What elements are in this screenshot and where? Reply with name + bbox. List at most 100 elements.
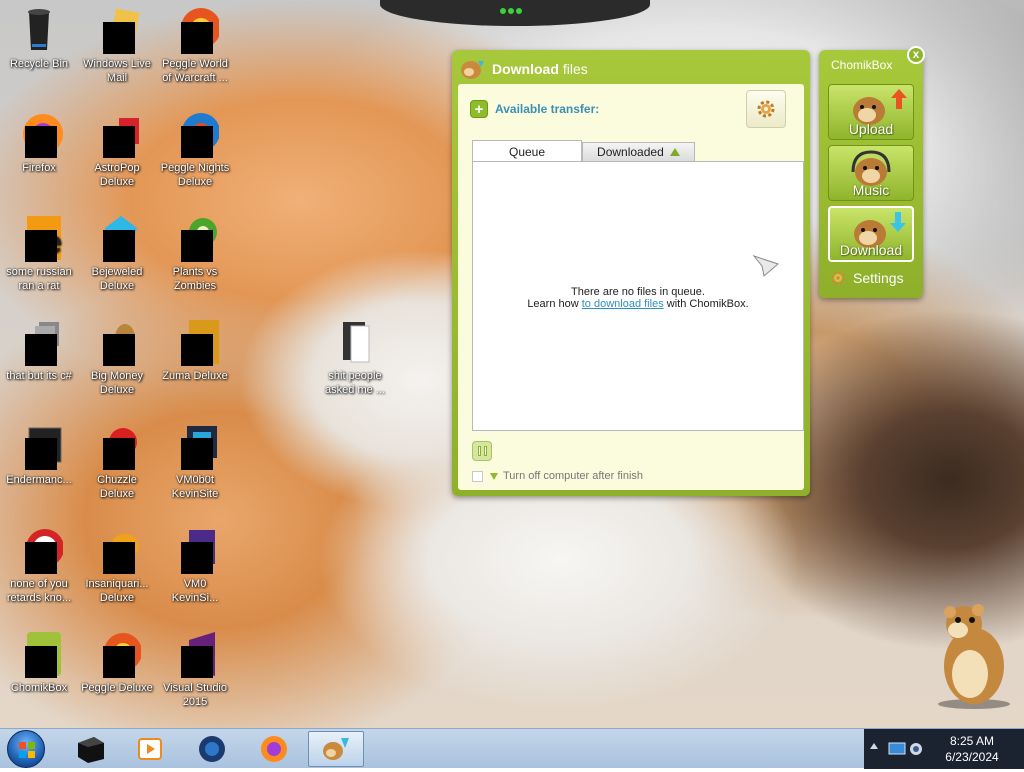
close-button[interactable]: x xyxy=(907,46,925,64)
hamster-download-icon xyxy=(323,738,349,760)
download-button[interactable]: Download xyxy=(828,206,914,262)
hamster-logo-icon xyxy=(460,57,486,81)
desktop-icon-recycle-bin[interactable]: Recycle Bin xyxy=(0,6,78,71)
download-files-link[interactable]: to download files xyxy=(582,298,664,310)
vm-icon xyxy=(171,526,219,574)
clock-date: 6/23/2024 xyxy=(945,750,999,764)
circle-app-icon xyxy=(15,526,64,574)
hamster-mascot-icon[interactable] xyxy=(916,600,1016,713)
desktop-icon-none-of-you[interactable]: none of you retards kno... xyxy=(0,526,78,605)
gadget-led-icon xyxy=(516,8,522,14)
desktop-icon-russian-rat[interactable]: e some russian ran a rat xyxy=(0,214,78,293)
peggle-icon xyxy=(171,6,221,54)
network-icon[interactable] xyxy=(888,741,906,757)
vm-icon xyxy=(171,422,219,470)
start-button[interactable] xyxy=(4,729,48,769)
arrow-down-icon xyxy=(890,212,906,232)
desktop-icon-chuzzle[interactable]: Chuzzle Deluxe xyxy=(78,422,156,501)
clock[interactable]: 8:25 AM 6/23/2024 xyxy=(924,733,1020,765)
volume-icon[interactable] xyxy=(908,740,924,758)
desktop-icon-firefox[interactable]: Firefox xyxy=(0,110,78,175)
money-bag-icon xyxy=(93,318,141,366)
firefox-icon xyxy=(15,110,63,158)
window-title-rest: files xyxy=(562,61,588,77)
arrow-up-icon xyxy=(891,89,907,109)
desktop-icon-chomikbox[interactable]: ChomikBox xyxy=(0,630,78,695)
astropop-icon xyxy=(93,110,141,158)
mail-icon xyxy=(93,6,141,54)
desktop-icon-big-money[interactable]: Big Money Deluxe xyxy=(78,318,156,397)
peggle-nights-icon xyxy=(171,110,220,158)
chuzzle-icon xyxy=(93,422,141,470)
taskbar-item-media-player[interactable] xyxy=(122,731,178,767)
download-body: + Available transfer: Queue Downloaded T… xyxy=(458,84,804,490)
chomikbox-icon xyxy=(15,630,63,678)
desktop-icon-astropop[interactable]: AstroPop Deluxe xyxy=(78,110,156,189)
recycle-bin-icon xyxy=(15,6,63,54)
taskbar-item-browser[interactable] xyxy=(184,731,240,767)
desktop-icon-bejeweled[interactable]: Bejeweled Deluxe xyxy=(78,214,156,293)
globe-icon xyxy=(199,736,225,762)
triangle-up-icon xyxy=(669,148,680,156)
media-player-icon xyxy=(138,738,162,760)
visual-studio-icon xyxy=(171,630,219,678)
desktop-icon-windows-live-mail[interactable]: Windows Live Mail xyxy=(78,6,156,85)
desktop-icon-zuma[interactable]: Zuma Deluxe xyxy=(156,318,234,383)
chomikbox-title: ChomikBox xyxy=(831,58,893,72)
music-button[interactable]: Music xyxy=(828,145,914,201)
transfer-tabs: Queue Downloaded xyxy=(472,140,695,162)
firefox-icon xyxy=(261,736,287,762)
taskbar-item-terminal[interactable] xyxy=(62,731,118,767)
gear-icon xyxy=(831,271,845,285)
settings-button[interactable]: Settings xyxy=(829,269,904,287)
add-transfer-button[interactable]: + xyxy=(470,100,488,118)
desktop-icon-insaniquarium[interactable]: Insaniquari... Deluxe xyxy=(78,526,156,605)
gem-icon xyxy=(93,214,141,262)
gadget-led-icon xyxy=(508,8,514,14)
shutdown-option: Turn off computer after finish xyxy=(472,470,643,482)
desktop-icon-shit-people[interactable]: shit people asked me ... xyxy=(316,318,394,397)
pause-icon xyxy=(477,446,481,456)
clock-time: 8:25 AM xyxy=(949,734,995,748)
desktop-icon-vm0[interactable]: VM0 KevinSi... xyxy=(156,526,234,605)
system-tray: 8:25 AM 6/23/2024 xyxy=(864,729,1024,769)
black-box-icon xyxy=(78,737,104,763)
gear-icon xyxy=(757,100,775,118)
chomikbox-panel: ChomikBox x Upload Music Download Settin… xyxy=(819,46,925,298)
window-titlebar[interactable]: Download files xyxy=(460,56,588,82)
available-transfer-row: + Available transfer: xyxy=(470,100,599,118)
desktop-icon-peggle-wow[interactable]: Peggle World of Warcraft ... xyxy=(156,6,234,85)
desktop-icon-peggle-deluxe[interactable]: Peggle Deluxe xyxy=(78,630,156,695)
desktop-icon-vm0b0t[interactable]: VM0b0t KevinSite xyxy=(156,422,234,501)
fish-icon xyxy=(93,526,141,574)
windows-logo-icon xyxy=(7,730,45,768)
queue-list[interactable]: There are no files in queue. Learn how t… xyxy=(472,161,804,431)
upload-button[interactable]: Upload xyxy=(828,84,914,140)
peggle-icon xyxy=(93,630,142,678)
document-icon xyxy=(331,318,379,366)
taskbar: 8:25 AM 6/23/2024 xyxy=(0,728,1024,769)
desktop-icon-peggle-nights[interactable]: Peggle Nights Deluxe xyxy=(156,110,234,189)
shutdown-label: Turn off computer after finish xyxy=(503,470,644,482)
paper-plane-icon xyxy=(752,252,780,281)
tab-downloaded[interactable]: Downloaded xyxy=(582,142,695,161)
gadget-led-icon xyxy=(500,8,506,14)
app-icon: e xyxy=(15,214,63,262)
top-gadget xyxy=(380,0,650,26)
desktop-icon-visual-studio[interactable]: Visual Studio 2015 xyxy=(156,630,234,709)
taskbar-item-firefox[interactable] xyxy=(246,731,302,767)
desktop-icon-endermanc[interactable]: Endermanc... xyxy=(0,422,78,487)
settings-gear-button[interactable] xyxy=(746,90,786,128)
shutdown-checkbox[interactable] xyxy=(472,470,483,482)
show-hidden-icons-icon[interactable] xyxy=(870,743,878,749)
triangle-down-icon xyxy=(490,472,498,480)
desktop-icon-csharp[interactable]: that but its c# xyxy=(0,318,78,383)
pause-button[interactable] xyxy=(472,441,492,461)
shortcut-icon xyxy=(15,318,63,366)
learn-how-text: Learn how to download files with ChomikB… xyxy=(527,298,749,310)
window-title-bold: Download xyxy=(492,61,559,77)
tab-queue[interactable]: Queue xyxy=(472,140,583,162)
desktop-icon-plants-vs-zombies[interactable]: Plants vs Zombies xyxy=(156,214,234,293)
taskbar-item-chomikbox[interactable] xyxy=(308,731,364,767)
zuma-icon xyxy=(171,318,219,366)
